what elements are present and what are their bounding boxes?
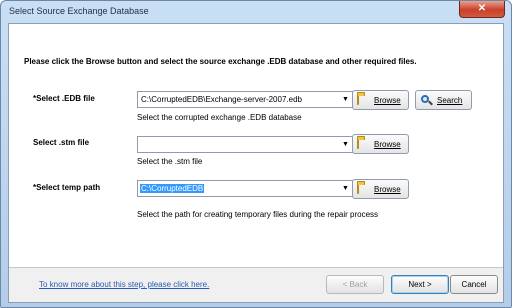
close-icon: ✕ [477, 3, 487, 14]
content-panel: Please click the Browse button and selec… [9, 24, 503, 267]
edb-file-value: C:\CorruptedEDB\Exchange-server-2007.edb [141, 95, 302, 104]
chevron-down-icon[interactable]: ▼ [340, 183, 351, 194]
temp-path-label: *Select temp path [33, 183, 101, 192]
edb-search-label: Search [437, 95, 463, 105]
help-link[interactable]: To know more about this step, please cli… [39, 280, 209, 289]
edb-browse-label: Browse [374, 95, 401, 105]
window-title: Select Source Exchange Database [9, 6, 149, 16]
instruction-text: Please click the Browse button and selec… [24, 57, 417, 66]
temp-path-combobox[interactable]: C:\CorruptedEDB ▼ [137, 180, 354, 197]
title-bar[interactable]: Select Source Exchange Database ✕ [1, 1, 511, 23]
stm-browse-button[interactable]: Browse [352, 134, 409, 154]
edb-file-hint: Select the corrupted exchange .EDB datab… [137, 113, 302, 122]
footer-separator [9, 267, 503, 268]
dialog-window: Select Source Exchange Database ✕ Please… [0, 0, 512, 308]
stm-browse-label: Browse [374, 139, 401, 149]
stm-file-label: Select .stm file [33, 138, 90, 147]
edb-browse-button[interactable]: Browse [352, 90, 409, 110]
temp-browse-label: Browse [374, 184, 401, 194]
magnifier-icon [420, 94, 433, 106]
stm-file-combobox[interactable]: ▼ [137, 136, 354, 153]
chevron-down-icon[interactable]: ▼ [340, 139, 351, 150]
edb-file-combobox[interactable]: C:\CorruptedEDB\Exchange-server-2007.edb… [137, 91, 354, 108]
folder-icon [357, 137, 370, 150]
temp-path-hint: Select the path for creating temporary f… [137, 210, 379, 219]
folder-icon [357, 182, 370, 195]
close-button[interactable]: ✕ [459, 1, 505, 18]
stm-file-hint: Select the .stm file [137, 157, 203, 166]
next-button[interactable]: Next > [391, 275, 449, 294]
cancel-button[interactable]: Cancel [450, 275, 498, 294]
temp-path-value[interactable]: C:\CorruptedEDB [140, 184, 205, 193]
folder-icon [357, 93, 370, 106]
dialog-client-area: Please click the Browse button and selec… [8, 23, 504, 303]
chevron-down-icon[interactable]: ▼ [340, 94, 351, 105]
temp-browse-button[interactable]: Browse [352, 179, 409, 199]
back-button[interactable]: < Back [326, 275, 384, 294]
edb-file-label: *Select .EDB file [33, 94, 95, 103]
edb-search-button[interactable]: Search [415, 90, 472, 110]
